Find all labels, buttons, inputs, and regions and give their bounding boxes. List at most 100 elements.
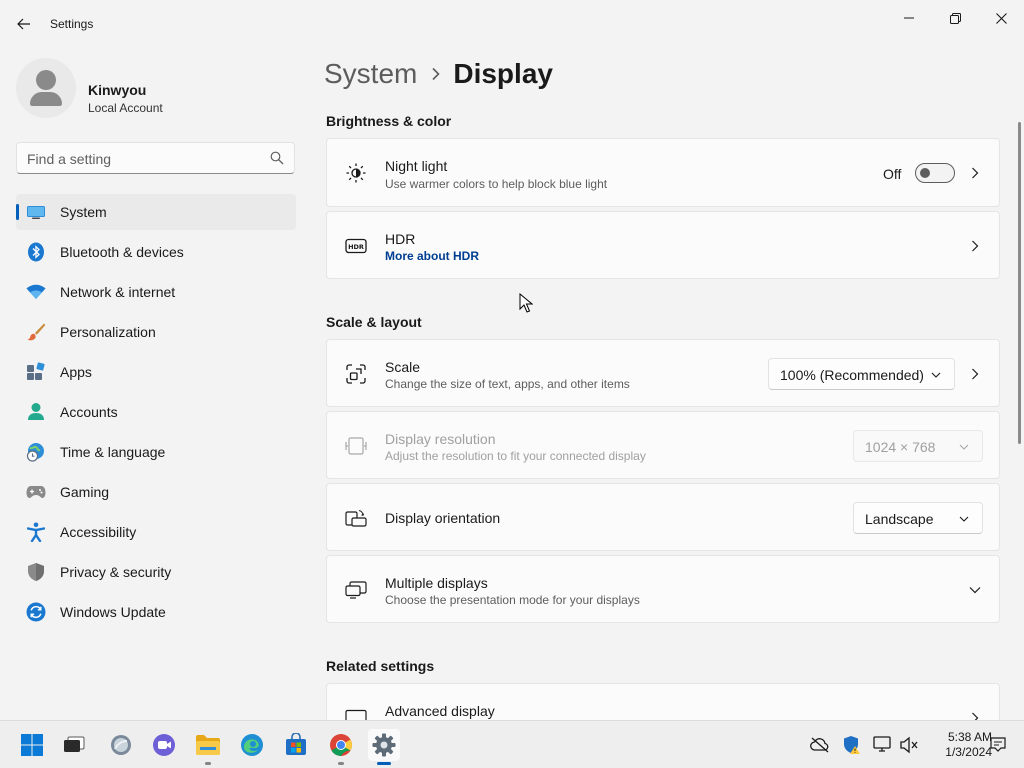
scale-dropdown-value: 100% (Recommended) — [780, 367, 924, 383]
search-icon[interactable] — [270, 151, 284, 165]
sidebar-item-privacy[interactable]: Privacy & security — [16, 554, 296, 590]
sidebar-item-personalization[interactable]: Personalization — [16, 314, 296, 350]
running-indicator — [338, 762, 344, 765]
breadcrumb-chevron-icon — [431, 67, 441, 81]
clock-time: 5:38 AM — [947, 730, 992, 744]
taskbar-task-view[interactable] — [58, 729, 90, 761]
taskbar-search[interactable] — [105, 729, 137, 761]
chevron-down-icon — [930, 369, 942, 381]
sidebar-item-gaming[interactable]: Gaming — [16, 474, 296, 510]
settings-gear-icon — [372, 733, 396, 757]
multiple-displays-icon — [345, 579, 367, 601]
notification-icon[interactable] — [988, 735, 1008, 755]
chevron-right-icon — [969, 240, 981, 252]
night-light-icon — [345, 162, 367, 184]
taskbar-chat[interactable] — [148, 729, 180, 761]
scale-subtitle: Change the size of text, apps, and other… — [385, 377, 630, 391]
sidebar-item-bluetooth[interactable]: Bluetooth & devices — [16, 234, 296, 270]
sidebar-item-time-language[interactable]: Time & language — [16, 434, 296, 470]
taskbar-store[interactable] — [280, 729, 312, 761]
sidebar: Kinwyou Local Account System Bluetooth &… — [0, 48, 310, 720]
sidebar-item-network[interactable]: Network & internet — [16, 274, 296, 310]
orientation-card[interactable]: Display orientation Landscape — [326, 483, 1000, 551]
hdr-learn-more-link[interactable]: More about HDR — [385, 249, 479, 263]
sidebar-item-label: Time & language — [60, 444, 166, 460]
security-warning-icon[interactable] — [842, 735, 862, 755]
chevron-right-icon — [969, 167, 981, 179]
advanced-display-card[interactable]: Advanced display — [326, 683, 1000, 720]
chevron-right-icon — [969, 368, 981, 380]
chevron-down-icon[interactable] — [969, 584, 981, 596]
update-icon — [26, 602, 46, 622]
user-profile[interactable]: Kinwyou Local Account — [16, 58, 296, 118]
chevron-down-icon — [958, 441, 970, 453]
page-title: Display — [453, 58, 553, 89]
night-light-state: Off — [883, 166, 902, 182]
breadcrumb: System Display — [324, 58, 553, 90]
hdr-icon: HDR — [345, 235, 367, 257]
content-scrollbar[interactable] — [1018, 122, 1021, 444]
chat-icon — [153, 734, 175, 756]
hdr-card[interactable]: HDR HDR More about HDR — [326, 211, 1000, 279]
shield-icon — [26, 562, 46, 582]
search-icon — [111, 735, 131, 755]
taskbar-file-explorer[interactable] — [192, 729, 224, 765]
taskbar-settings[interactable] — [368, 729, 400, 765]
scale-icon — [345, 363, 367, 385]
night-light-card[interactable]: Night light Use warmer colors to help bl… — [326, 138, 1000, 207]
chrome-icon — [330, 734, 352, 756]
multiple-displays-title: Multiple displays — [385, 575, 488, 591]
sidebar-item-system[interactable]: System — [16, 194, 296, 230]
network-icon[interactable] — [873, 735, 893, 755]
nav-list: System Bluetooth & devices Network & int… — [16, 194, 296, 634]
multiple-displays-card[interactable]: Multiple displays Choose the presentatio… — [326, 555, 1000, 623]
volume-muted-icon[interactable] — [899, 735, 919, 755]
hdr-title: HDR — [385, 231, 416, 247]
sidebar-item-accessibility[interactable]: Accessibility — [16, 514, 296, 550]
close-icon — [995, 12, 1007, 24]
sidebar-item-label: Apps — [60, 364, 92, 380]
clock-date: 1/3/2024 — [945, 745, 992, 759]
search-input[interactable] — [27, 149, 257, 169]
orientation-dropdown[interactable]: Landscape — [853, 502, 983, 534]
advanced-display-title: Advanced display — [385, 703, 495, 719]
sidebar-item-label: Windows Update — [60, 604, 166, 620]
wifi-icon — [26, 282, 46, 302]
taskbar-chrome[interactable] — [325, 729, 357, 765]
sidebar-item-accounts[interactable]: Accounts — [16, 394, 296, 430]
restore-button[interactable] — [935, 4, 975, 32]
orientation-title: Display orientation — [385, 510, 501, 526]
scale-dropdown[interactable]: 100% (Recommended) — [768, 358, 955, 390]
resolution-icon — [345, 435, 367, 457]
search-box — [16, 142, 295, 174]
back-arrow-icon — [17, 18, 30, 30]
store-icon — [286, 733, 306, 755]
night-light-subtitle: Use warmer colors to help block blue lig… — [385, 177, 608, 191]
sidebar-item-apps[interactable]: Apps — [16, 354, 296, 390]
section-title-related: Related settings — [326, 658, 435, 674]
night-light-toggle[interactable] — [915, 163, 955, 183]
accessibility-icon — [26, 522, 46, 542]
night-light-title: Night light — [385, 158, 448, 174]
breadcrumb-parent[interactable]: System — [324, 58, 417, 90]
chevron-right-icon — [969, 712, 981, 720]
section-title-brightness: Brightness & color — [326, 113, 452, 129]
bluetooth-icon — [26, 242, 46, 262]
onedrive-offline-icon[interactable] — [810, 735, 830, 755]
app-title: Settings — [50, 17, 94, 31]
start-button[interactable] — [16, 729, 48, 761]
close-button[interactable] — [981, 4, 1021, 32]
apps-icon — [26, 362, 46, 382]
sidebar-item-windows-update[interactable]: Windows Update — [16, 594, 296, 630]
taskbar-clock[interactable]: 5:38 AM 1/3/2024 — [922, 730, 992, 760]
sidebar-item-label: System — [60, 204, 107, 220]
minimize-button[interactable] — [889, 4, 929, 32]
back-button[interactable] — [12, 12, 36, 36]
scale-card[interactable]: Scale Change the size of text, apps, and… — [326, 339, 1000, 407]
scale-title: Scale — [385, 359, 421, 375]
brush-icon — [26, 322, 46, 342]
section-title-scale-layout: Scale & layout — [326, 314, 422, 330]
taskbar-edge[interactable] — [236, 729, 268, 761]
resolution-subtitle: Adjust the resolution to fit your connec… — [385, 449, 646, 463]
sidebar-item-label: Personalization — [60, 324, 156, 340]
